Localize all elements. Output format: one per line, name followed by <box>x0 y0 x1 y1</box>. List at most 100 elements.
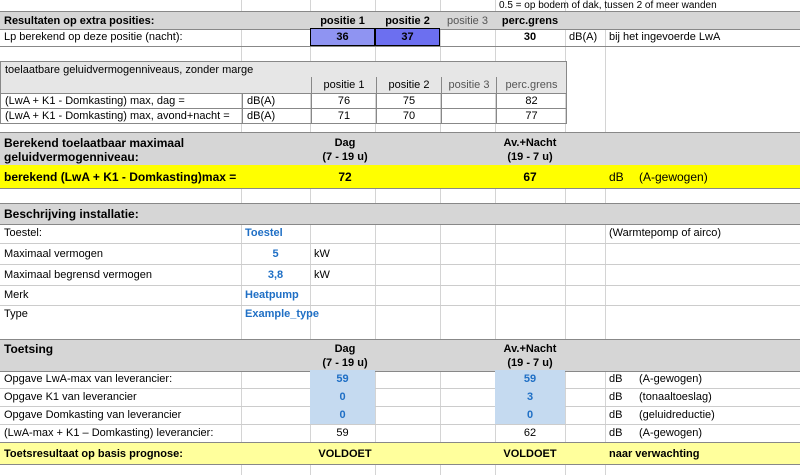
installatie-vermogen-row: Maximaal vermogen 5 kW <box>0 243 800 265</box>
toel-header-pos1: positie 1 <box>311 77 376 93</box>
toetsing-dom-label: Opgave Domkasting van leverancier <box>4 409 182 421</box>
toetsing-dom-nacht[interactable]: 0 <box>495 406 565 424</box>
toetsing-nacht-line1: Av.+Nacht <box>503 342 557 355</box>
toetsing-lwa-dag[interactable]: 59 <box>310 370 375 388</box>
installatie-header-row: Beschrijving installatie: <box>0 203 800 225</box>
toel-dag-label: (LwA + K1 - Domkasting) max, dag = <box>5 94 185 107</box>
toetsresultaat-note: naar verwachting <box>609 447 700 460</box>
berekend-dag-value: 72 <box>338 169 352 184</box>
toetsing-dom-note: (geluidreductie) <box>639 409 715 421</box>
toetsing-sum-unit: dB <box>609 427 623 439</box>
toel-dag-unit: dB(A) <box>242 93 311 108</box>
toetsing-nacht-header: Av.+Nacht (19 - 7 u) <box>480 340 580 371</box>
lp-perc-cell[interactable]: 30 <box>495 28 565 46</box>
toel-nacht-unit: dB(A) <box>242 108 311 123</box>
extra-header-pos2: positie 2 <box>385 14 430 27</box>
installatie-title: Beschrijving installatie: <box>4 207 139 221</box>
extra-header-pos1: positie 1 <box>320 14 365 27</box>
vermogen-unit: kW <box>314 247 330 260</box>
toetsing-sum-nacht: 62 <box>523 427 537 439</box>
toetsing-sum-note: (A-gewogen) <box>639 427 702 439</box>
berekend-unit-note: (A-gewogen) <box>639 169 708 184</box>
berekend-title-line2: geluidvermogenniveau: <box>4 149 139 164</box>
installatie-begrensd-row: Maximaal begrensd vermogen 3,8 kW <box>0 264 800 286</box>
berekend-nacht-line2: (19 - 7 u) <box>507 150 553 163</box>
lp-label: Lp berekend op deze positie (nacht): <box>4 31 183 43</box>
toetsing-dom-unit: dB <box>609 409 623 421</box>
merk-value[interactable]: Heatpump <box>241 285 441 305</box>
toetsing-header-row: Toetsing Dag (7 - 19 u) Av.+Nacht (19 - … <box>0 339 800 372</box>
toetsresultaat-nacht: VOLDOET <box>503 447 557 460</box>
toetsing-row: Opgave K1 van leverancier 0 3 dB (tonaal… <box>0 388 800 407</box>
lp-pos3-cell[interactable] <box>440 28 495 46</box>
toestel-label: Toestel: <box>4 227 42 239</box>
toetsing-k1-nacht[interactable]: 3 <box>495 388 565 406</box>
toetsing-lwa-unit: dB <box>609 373 623 385</box>
toetsing-lwa-nacht[interactable]: 59 <box>495 370 565 388</box>
berekend-title: Berekend toelaatbaar maximaal geluidverm… <box>0 133 310 166</box>
extra-header-pos3: positie 3 <box>447 14 488 27</box>
toetsing-k1-dag[interactable]: 0 <box>310 388 375 406</box>
lp-pos2-cell[interactable]: 37 <box>375 28 440 46</box>
toel-dag-pos1: 76 <box>311 93 376 108</box>
berekend-result-label: berekend (LwA + K1 - Domkasting)max = <box>4 169 237 184</box>
type-label: Type <box>4 308 28 320</box>
berekend-header-row: Berekend toelaatbaar maximaal geluidverm… <box>0 132 800 167</box>
berekend-dag-line2: (7 - 19 u) <box>322 150 368 163</box>
toetsing-dom-dag[interactable]: 0 <box>310 406 375 424</box>
berekend-nacht-value: 67 <box>523 169 537 184</box>
toetsing-title: Toetsing <box>4 342 54 356</box>
toel-dag-pos3 <box>441 93 496 108</box>
toel-header-perc: perc.grens <box>496 77 566 93</box>
toetsing-lwa-note: (A-gewogen) <box>639 373 702 385</box>
toetsing-row: Opgave Domkasting van leverancier 0 0 dB… <box>0 406 800 425</box>
extra-header-perc: perc.grens <box>501 14 559 27</box>
toel-nacht-pos3 <box>441 108 496 123</box>
toetsing-row: Opgave LwA-max van leverancier: 59 59 dB… <box>0 370 800 389</box>
toestel-note: (Warmtepomp of airco) <box>609 227 722 239</box>
extra-title: Resultaten op extra posities: <box>4 14 155 27</box>
berekend-result-row: berekend (LwA + K1 - Domkasting)max = 72… <box>0 165 800 189</box>
toetsresultaat-label: Toetsresultaat op basis prognose: <box>4 447 183 460</box>
toestel-value[interactable]: Toestel <box>241 223 441 243</box>
lp-pos1-cell[interactable]: 36 <box>310 28 375 46</box>
begrensd-label: Maximaal begrensd vermogen <box>4 268 152 281</box>
toetsing-nacht-line2: (19 - 7 u) <box>507 356 553 369</box>
toel-nacht-pos1: 71 <box>311 108 376 123</box>
toetsing-dag-line1: Dag <box>334 342 356 355</box>
toel-title: toelaatbare geluidvermogenniveaus, zonde… <box>5 64 254 76</box>
top-note-row: 0.5 = op bodem of dak, tussen 2 of meer … <box>0 0 800 11</box>
berekend-dag-header: Dag (7 - 19 u) <box>300 133 390 166</box>
merk-label: Merk <box>4 289 29 301</box>
lp-note: bij het ingevoerde LwA <box>609 31 721 43</box>
lp-row: Lp berekend op deze positie (nacht): 36 … <box>0 28 800 47</box>
toel-dag-pos2: 75 <box>376 93 441 108</box>
toetsing-k1-note: (tonaaltoeslag) <box>639 391 712 403</box>
berekend-title-line1: Berekend toelaatbaar maximaal <box>4 135 185 150</box>
installatie-merk-row: Merk Heatpump <box>0 285 800 306</box>
toel-dag-perc: 82 <box>496 93 566 108</box>
toetsing-k1-unit: dB <box>609 391 623 403</box>
berekend-dag-line1: Dag <box>334 136 356 149</box>
type-value[interactable]: Example_type <box>241 305 441 323</box>
toetsing-sum-dag: 59 <box>336 427 349 439</box>
toetsing-lwa-label: Opgave LwA-max van leverancier: <box>4 373 173 385</box>
toetsresultaat-dag: VOLDOET <box>318 447 372 460</box>
vermogen-value[interactable]: 5 <box>241 243 310 264</box>
berekend-unit: dB <box>609 169 624 184</box>
toetsing-k1-label: Opgave K1 van leverancier <box>4 391 137 403</box>
toel-header-pos2: positie 2 <box>376 77 441 93</box>
begrensd-value[interactable]: 3,8 <box>241 264 310 285</box>
toel-nacht-label: (LwA + K1 - Domkasting) max, avond+nacht… <box>5 109 230 122</box>
toetsing-dag-header: Dag (7 - 19 u) <box>300 340 390 371</box>
toel-row-dag: (LwA + K1 - Domkasting) max, dag = dB(A)… <box>0 93 567 109</box>
toetsing-dag-line2: (7 - 19 u) <box>322 356 368 369</box>
toel-row-nacht: (LwA + K1 - Domkasting) max, avond+nacht… <box>0 108 567 124</box>
berekend-nacht-header: Av.+Nacht (19 - 7 u) <box>480 133 580 166</box>
vermogen-label: Maximaal vermogen <box>4 247 104 260</box>
berekend-nacht-line1: Av.+Nacht <box>503 136 557 149</box>
toetsing-row: (LwA-max + K1 – Domkasting) leverancier:… <box>0 424 800 442</box>
toel-header-row: positie 1 positie 2 positie 3 perc.grens <box>0 77 567 94</box>
toetsing-sum-label: (LwA-max + K1 – Domkasting) leverancier: <box>4 427 214 439</box>
top-note: 0.5 = op bodem of dak, tussen 2 of meer … <box>499 0 717 11</box>
